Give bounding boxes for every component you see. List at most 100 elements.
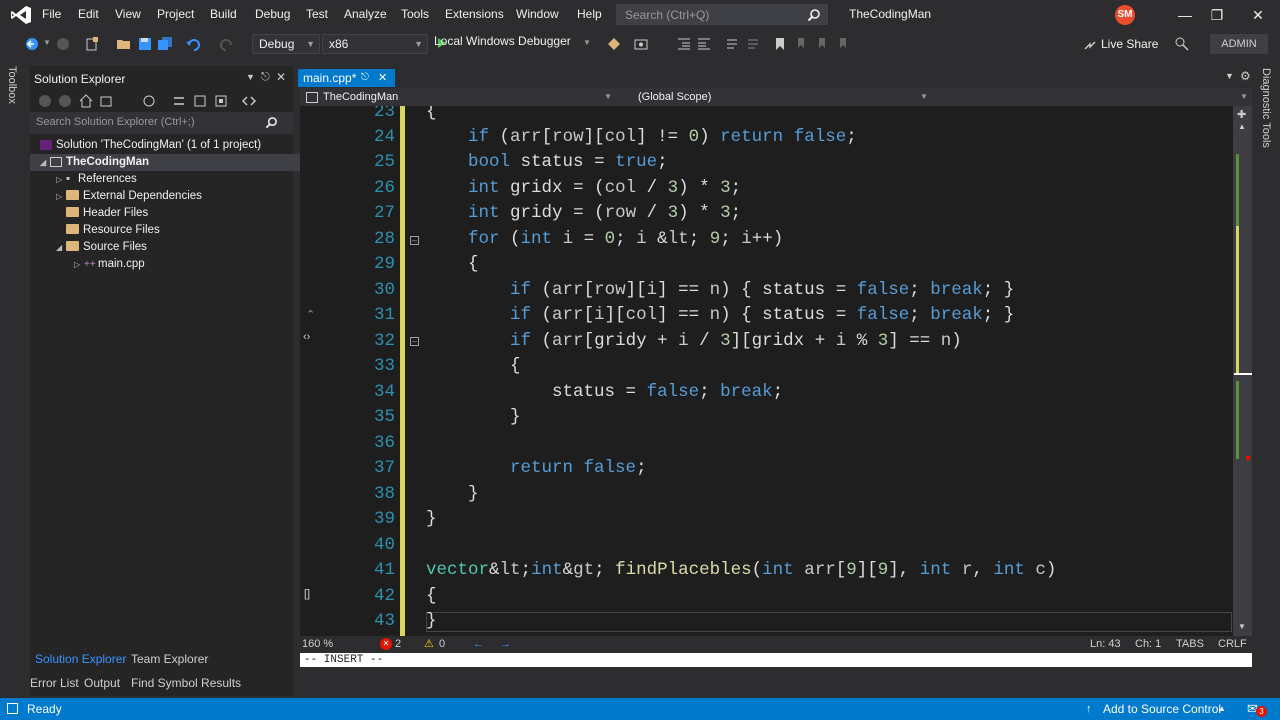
tab-solution-explorer[interactable]: Solution Explorer	[35, 652, 126, 666]
tab-error-list[interactable]: Error List	[30, 676, 80, 690]
pin-icon[interactable]: ⎋	[361, 69, 369, 87]
admin-badge[interactable]: ADMIN	[1210, 34, 1268, 54]
line-ending[interactable]: CRLF	[1218, 636, 1247, 652]
next-bookmark-icon[interactable]	[815, 36, 831, 52]
redo-icon[interactable]	[219, 36, 235, 52]
expanded-arrow-icon[interactable]: ◢	[56, 239, 66, 256]
comment-icon[interactable]	[724, 36, 740, 52]
screenshot-icon[interactable]	[633, 36, 649, 52]
gear-icon[interactable]: ⚙	[1240, 69, 1251, 83]
close-tab-icon[interactable]: ✕	[378, 69, 387, 87]
menu-project[interactable]: Project	[157, 7, 194, 21]
menu-help[interactable]: Help	[577, 7, 602, 21]
menu-edit[interactable]: Edit	[78, 7, 99, 21]
error-count[interactable]: 2	[395, 636, 401, 652]
tabs-mode[interactable]: TABS	[1176, 636, 1204, 652]
tree-resource-files[interactable]: Resource Files	[30, 222, 329, 239]
expanded-arrow-icon[interactable]: ◢	[40, 154, 50, 171]
scroll-down-arrow-icon[interactable]: ▼	[1238, 622, 1246, 631]
toolbox-tab[interactable]: Toolbox	[6, 66, 18, 104]
menu-tools[interactable]: Tools	[401, 7, 429, 21]
local-windows-debugger-button[interactable]: Local Windows Debugger	[434, 34, 571, 48]
forward-icon[interactable]	[58, 94, 72, 108]
vertical-scrollbar[interactable]: ✚ ▲ ▼	[1233, 106, 1252, 636]
member-dropdown-icon[interactable]: ▼	[1240, 88, 1248, 106]
scroll-up-icon[interactable]: ⌃	[306, 308, 315, 321]
prev-bookmark-icon[interactable]	[794, 36, 810, 52]
back-icon[interactable]	[38, 94, 52, 108]
tree-solution[interactable]: Solution 'TheCodingMan' (1 of 1 project)	[30, 137, 303, 154]
open-folder-icon[interactable]	[116, 36, 132, 52]
tab-team-explorer[interactable]: Team Explorer	[131, 652, 208, 666]
uncomment-icon[interactable]	[745, 36, 761, 52]
quick-action-icon[interactable]: []	[304, 588, 310, 600]
save-icon[interactable]	[137, 36, 153, 52]
collapsed-arrow-icon[interactable]: ▷	[56, 171, 66, 188]
tree-references[interactable]: ▷ ▪ References	[30, 171, 319, 188]
tab-dropdown-icon[interactable]: ▼	[1225, 71, 1234, 81]
split-icon[interactable]: ✚	[1237, 108, 1246, 121]
code-editor[interactable]: ⌃ ‹› [] – – 23 { 24 if (arr[row][col] !=…	[300, 106, 1252, 636]
new-project-icon[interactable]	[84, 36, 100, 52]
menu-file[interactable]: File	[42, 7, 61, 21]
avatar[interactable]: SM	[1115, 5, 1135, 25]
global-scope-select[interactable]: (Global Scope) ▼	[622, 88, 932, 106]
minimize-button[interactable]: —	[1170, 4, 1200, 26]
diagnostic-tools-tab[interactable]: Diagnostic Tools	[1260, 68, 1272, 148]
panel-dropdown-icon[interactable]: ▼	[246, 72, 255, 82]
tab-output[interactable]: Output	[84, 676, 124, 690]
forward-icon[interactable]	[55, 36, 71, 52]
maximize-button[interactable]: ❐	[1202, 4, 1232, 26]
collapsed-arrow-icon[interactable]: ▷	[56, 188, 66, 205]
solution-explorer-search[interactable]: Search Solution Explorer (Ctrl+;)	[30, 112, 293, 134]
bookmark-icon[interactable]	[772, 36, 788, 52]
browse-icon[interactable]	[606, 36, 622, 52]
configuration-select[interactable]: Debug ▼	[252, 34, 320, 54]
tree-external-dependencies[interactable]: ▷ External Dependencies	[30, 188, 319, 205]
add-to-source-control-button[interactable]: Add to Source Control	[1103, 698, 1221, 720]
tree-header-files[interactable]: Header Files	[30, 205, 329, 222]
menu-view[interactable]: View	[115, 7, 141, 21]
search-box[interactable]: Search (Ctrl+Q)	[616, 4, 828, 25]
zoom-level[interactable]: 160 %	[302, 636, 333, 652]
menu-extensions[interactable]: Extensions	[445, 7, 504, 21]
show-all-files-icon[interactable]	[214, 94, 228, 108]
save-all-icon[interactable]	[157, 36, 173, 52]
menu-build[interactable]: Build	[210, 7, 237, 21]
undo-icon[interactable]	[185, 36, 201, 52]
pin-icon[interactable]: ⎋	[261, 71, 270, 84]
close-button[interactable]: ✕	[1243, 4, 1273, 26]
live-share-button[interactable]: Live Share	[1101, 37, 1158, 51]
feedback-icon[interactable]	[1174, 36, 1190, 52]
tab-main-cpp[interactable]: main.cpp* ⎋ ✕	[298, 69, 395, 87]
back-icon[interactable]	[24, 36, 40, 52]
code-view-icon[interactable]	[242, 94, 256, 108]
tab-find-symbol-results[interactable]: Find Symbol Results	[131, 676, 251, 690]
debugger-dropdown-icon[interactable]: ▼	[583, 38, 591, 47]
project-scope-select[interactable]: TheCodingMan ▼	[300, 88, 616, 106]
platform-select[interactable]: x86 ▼	[322, 34, 428, 54]
warning-count[interactable]: 0	[439, 636, 445, 652]
scroll-up-arrow-icon[interactable]: ▲	[1238, 122, 1246, 131]
home-icon[interactable]	[79, 94, 93, 108]
menu-debug[interactable]: Debug	[255, 7, 290, 21]
collapse-if-icon[interactable]: –	[410, 337, 419, 346]
code-lens-icon[interactable]: ‹›	[303, 331, 310, 343]
clear-bookmarks-icon[interactable]	[836, 36, 852, 52]
close-panel-icon[interactable]: ✕	[276, 70, 286, 84]
tree-main-cpp[interactable]: ▷ ++ main.cpp	[30, 256, 337, 273]
menu-window[interactable]: Window	[516, 7, 559, 21]
collapse-all-icon[interactable]	[193, 94, 207, 108]
pending-changes-icon[interactable]	[142, 94, 156, 108]
indent-icon[interactable]	[676, 36, 692, 52]
sync-icon[interactable]	[172, 94, 186, 108]
menu-analyze[interactable]: Analyze	[344, 7, 387, 21]
collapse-for-icon[interactable]: –	[410, 236, 419, 245]
navigate-forward-icon[interactable]: →	[500, 636, 511, 652]
tree-project[interactable]: ◢ TheCodingMan	[30, 154, 303, 171]
menu-test[interactable]: Test	[306, 7, 328, 21]
tree-source-files[interactable]: ◢ Source Files	[30, 239, 319, 256]
navigate-back-icon[interactable]: ←	[473, 636, 484, 652]
collapsed-arrow-icon[interactable]: ▷	[74, 256, 84, 273]
back-dropdown-icon[interactable]: ▼	[43, 38, 51, 47]
